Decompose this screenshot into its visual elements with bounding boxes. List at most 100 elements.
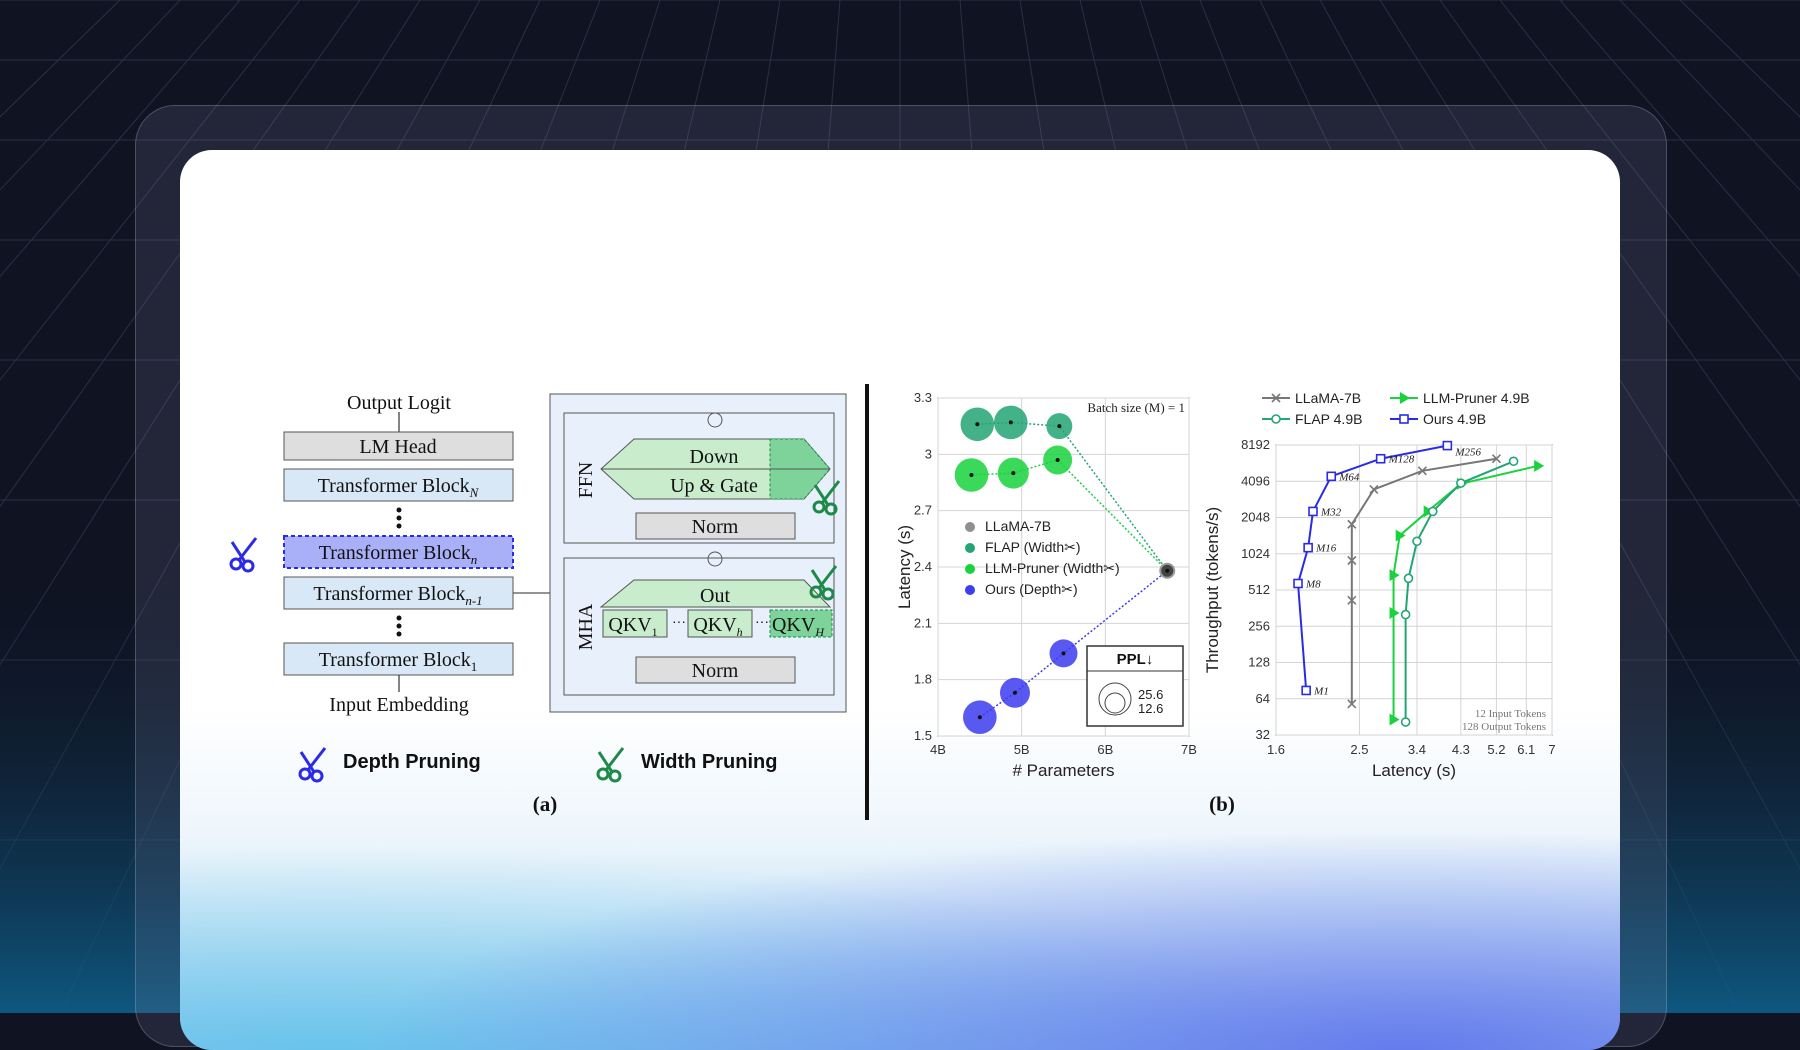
data-marker-square: [1293, 578, 1303, 589]
data-marker-square: [1399, 414, 1409, 424]
y-tick-label: 128: [1248, 655, 1270, 670]
y-tick-label: 4096: [1241, 473, 1270, 488]
figure-canvas: Output Logit LM Head Transformer BlockN …: [229, 384, 1556, 820]
y-tick-label: 2.7: [914, 503, 932, 518]
y-tick-label: 3.3: [914, 390, 932, 405]
figure-card: Output Logit LM Head Transformer BlockN …: [180, 150, 1620, 1050]
y-axis-label: Latency (s): [895, 525, 914, 609]
y-tick-label: 2048: [1241, 510, 1270, 525]
data-marker-square: [1301, 685, 1311, 696]
data-point-center: [1057, 424, 1062, 429]
data-marker-square: [1375, 453, 1386, 464]
batch-size-label: M8: [1305, 578, 1321, 590]
data-point-center: [1011, 471, 1016, 476]
lm-head-label: LM Head: [359, 436, 436, 458]
data-marker-square: [1303, 542, 1313, 553]
legend-marker: [965, 585, 975, 595]
data-marker-circle: [1427, 506, 1438, 517]
y-tick-label: 3: [925, 446, 932, 461]
data-point-center: [975, 422, 980, 427]
x-tick-label: 6B: [1097, 742, 1113, 757]
batch-size-label: M16: [1315, 543, 1337, 555]
legend-label: Ours 4.9B: [1423, 411, 1486, 427]
data-marker-circle: [1403, 573, 1414, 584]
data-marker-circle: [1456, 478, 1466, 488]
qkv-ellipsis-2: ···: [755, 613, 769, 629]
data-marker-circle: [1271, 414, 1281, 424]
x-tick-label: 4B: [930, 742, 946, 757]
data-point-center: [1061, 651, 1066, 656]
data-point-center: [1012, 690, 1017, 695]
input-tokens-note: 12 Input Tokens: [1475, 708, 1546, 720]
width-pruning-label: Width Pruning: [641, 751, 777, 773]
y-tick-label: 256: [1248, 618, 1270, 633]
data-point-center: [969, 472, 974, 477]
batch-size-label: M256: [1454, 447, 1481, 459]
data-marker-triangle: [1400, 392, 1410, 404]
y-tick-label: 8192: [1241, 437, 1270, 452]
panel-b: 4B 5B 6B 7B 1.5 1.8 2.1 2.4 2.7 3 3.3 # Parameters L…: [895, 390, 1556, 816]
down-label: Down: [690, 446, 739, 468]
x-tick-label: 4.3: [1452, 742, 1470, 757]
qkv-ellipsis-1: ···: [672, 613, 686, 629]
data-marker-square: [1326, 471, 1337, 482]
x-tick-label: 3.4: [1408, 742, 1426, 757]
scissors-icon: [298, 747, 327, 783]
throughput-vs-latency-chart: 1.6 2.5 3.4 4.3 5.2 6.1 7 32 64 128 256 512 1024 2048…: [1203, 390, 1556, 780]
batch-size-label: M128: [1388, 454, 1415, 466]
caption-b: (b): [1209, 792, 1235, 816]
out-label: Out: [700, 585, 730, 607]
legend-marker: [965, 564, 975, 574]
y-axis-label: Throughput (tokens/s): [1203, 507, 1222, 673]
batch-size-label: M64: [1338, 471, 1360, 483]
data-point-center: [1055, 457, 1060, 462]
scissors-icon: [596, 747, 625, 783]
y-tick-label: 64: [1256, 691, 1270, 706]
ppl-legend-title: PPL↓: [1117, 651, 1154, 668]
mha-label: MHA: [575, 603, 597, 650]
y-tick-label: 32: [1256, 727, 1270, 742]
output-logit-label: Output Logit: [347, 392, 451, 414]
ppl-large-value: 25.6: [1138, 687, 1163, 702]
x-tick-label: 5B: [1014, 742, 1030, 757]
x-tick-label: 6.1: [1517, 742, 1535, 757]
data-marker-square: [1442, 440, 1453, 451]
panel-a: Output Logit LM Head Transformer BlockN …: [229, 392, 847, 816]
up-gate-label: Up & Gate: [670, 475, 758, 497]
ellipsis-dots-bottom: [396, 615, 402, 637]
data-point-center: [977, 715, 982, 720]
legend-label: Ours (Depth✂): [985, 581, 1078, 597]
x-tick-label: 5.2: [1487, 742, 1505, 757]
x-axis-label: # Parameters: [1012, 761, 1114, 780]
legend-label: LLaMA-7B: [1295, 390, 1361, 406]
y-tick-label: 1024: [1241, 546, 1270, 561]
batch-size-note: Batch size (M) = 1: [1087, 400, 1185, 415]
legend-label: LLM-Pruner (Width✂): [985, 560, 1120, 576]
x-tick-label: 1.6: [1267, 742, 1285, 757]
ffn-label: FFN: [575, 462, 597, 499]
x-tick-label: 2.5: [1350, 742, 1368, 757]
qkv-1-label: QKV1: [608, 614, 657, 639]
legend-label: LLaMA-7B: [985, 518, 1051, 534]
depth-pruning-label: Depth Pruning: [343, 751, 481, 773]
data-marker-square: [1308, 506, 1318, 517]
data-marker-circle: [1400, 609, 1411, 620]
block-n-1-label: Transformer Blockn-1: [313, 583, 482, 608]
data-marker-circle: [1508, 456, 1519, 467]
data-marker-circle: [1412, 536, 1422, 547]
caption-a: (a): [533, 792, 558, 816]
x-tick-label: 7B: [1181, 742, 1197, 757]
legend-label: FLAP 4.9B: [1295, 411, 1362, 427]
ellipsis-dots-top: [396, 507, 402, 529]
batch-size-label: M1: [1313, 685, 1329, 697]
y-tick-label: 1.5: [914, 728, 932, 743]
y-tick-label: 1.8: [914, 672, 932, 687]
legend-label: LLM-Pruner 4.9B: [1423, 390, 1530, 406]
data-point-center: [1008, 420, 1013, 425]
y-tick-label: 2.1: [914, 615, 932, 630]
norm-top-label: Norm: [692, 516, 739, 538]
legend-marker: [965, 522, 975, 532]
batch-size-label: M32: [1320, 506, 1342, 518]
output-tokens-note: 128 Output Tokens: [1462, 721, 1546, 733]
qkv-h-label: QKVh: [693, 614, 742, 639]
